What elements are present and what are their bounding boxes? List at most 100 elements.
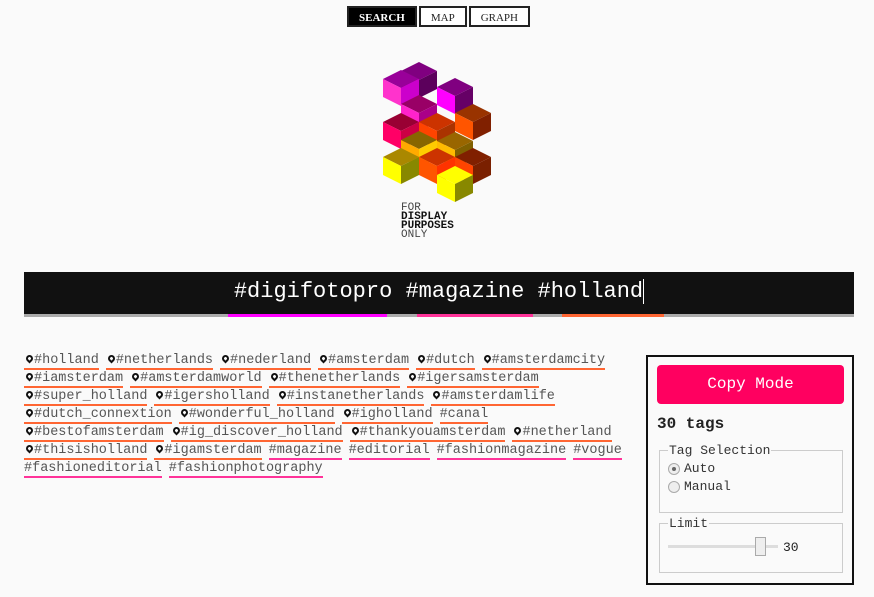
- nav-graph[interactable]: GRAPH: [468, 6, 530, 27]
- tag-item[interactable]: #magazine: [268, 443, 342, 460]
- tag-text: #amsterdamcity: [491, 353, 606, 368]
- location-pin-icon: [220, 353, 231, 364]
- location-pin-icon: [171, 425, 182, 436]
- tag-text: #igamsterdam: [164, 443, 262, 458]
- tag-row: #bestofamsterdam #ig_discover_holland #tha…: [24, 425, 664, 443]
- tag-item[interactable]: #igersholland: [154, 389, 270, 406]
- location-pin-icon: [24, 407, 35, 418]
- tag-text: #holland: [34, 353, 99, 368]
- logo: FOR DISPLAY PURPOSES ONLY: [383, 62, 491, 241]
- tag-row: #thisisholland #igamsterdam #magazine #edit…: [24, 443, 664, 461]
- tag-item[interactable]: #instanetherlands: [276, 389, 425, 406]
- tag-text: #igersamsterdam: [417, 371, 539, 386]
- location-pin-icon: [179, 407, 190, 418]
- radio-button[interactable]: [668, 462, 680, 475]
- control-panel: Copy Mode 30 tags Tag Selection Auto Man…: [646, 355, 854, 585]
- nav-search[interactable]: SEARCH: [347, 6, 417, 27]
- tag-item[interactable]: #holland: [24, 353, 99, 370]
- tag-text: #thenetherlands: [278, 371, 401, 386]
- tag-item[interactable]: #fashioneditorial: [24, 461, 162, 478]
- tag-text: #amsterdam: [328, 353, 410, 368]
- tag-text: #wonderful_holland: [188, 407, 335, 422]
- tag-item[interactable]: #editorial: [348, 443, 430, 460]
- tag-item[interactable]: #igersamsterdam: [407, 371, 539, 388]
- limit-slider[interactable]: 30: [660, 531, 842, 561]
- tag-item[interactable]: #vogue: [573, 443, 622, 460]
- tag-item[interactable]: #dutch: [416, 353, 475, 370]
- tag-count: 30 tags: [657, 415, 725, 433]
- location-pin-icon: [269, 371, 280, 382]
- tag-item[interactable]: #fashionphotography: [168, 461, 323, 478]
- copy-mode-button[interactable]: Copy Mode: [657, 365, 844, 404]
- search-word: #digifotopro: [233, 279, 393, 304]
- tag-text: #netherlands: [115, 353, 214, 368]
- location-pin-icon: [24, 443, 35, 454]
- tag-item[interactable]: #igamsterdam: [154, 443, 262, 460]
- nav-map[interactable]: MAP: [418, 6, 467, 27]
- tag-item[interactable]: #iamsterdam: [24, 371, 124, 388]
- location-pin-icon: [342, 407, 353, 418]
- tag-selection-legend: Tag Selection: [669, 443, 771, 458]
- tag-row: #iamsterdam #amsterdamworld #thenetherland…: [24, 371, 664, 389]
- tag-text: #dutch: [426, 353, 475, 368]
- tag-text: #amsterdamlife: [441, 389, 555, 404]
- tag-item[interactable]: #ig_discover_holland: [170, 425, 343, 442]
- location-pin-icon: [106, 353, 117, 364]
- search-input[interactable]: #digifotopro #magazine #holland: [24, 272, 854, 317]
- location-pin-icon: [24, 425, 35, 436]
- location-pin-icon: [318, 353, 329, 364]
- radio-label: Auto: [684, 461, 716, 476]
- tag-item[interactable]: #thenetherlands: [268, 371, 401, 388]
- tag-row: #holland #netherlands #nederland #amsterdam…: [24, 353, 664, 371]
- radio-manual[interactable]: Manual: [668, 479, 842, 494]
- tag-text: #fashioneditorial: [24, 461, 162, 476]
- location-pin-icon: [277, 389, 288, 400]
- tag-text: #ig_discover_holland: [180, 425, 343, 440]
- limit-value: 30: [783, 540, 799, 555]
- tag-text: #dutch_connextion: [34, 407, 172, 422]
- tag-text: #bestofamsterdam: [34, 425, 164, 440]
- tag-row: #fashioneditorial #fashionphotography: [24, 461, 664, 479]
- tag-list: #holland #netherlands #nederland #amsterdam…: [24, 353, 664, 479]
- mode-nav: SEARCH MAP GRAPH: [347, 6, 530, 27]
- tag-selection-group: Tag Selection Auto Manual: [659, 443, 843, 513]
- tag-item[interactable]: #amsterdamcity: [481, 353, 606, 370]
- tag-item[interactable]: #canal: [439, 407, 489, 424]
- tag-text: #netherland: [522, 425, 612, 440]
- tag-text: #vogue: [573, 443, 622, 458]
- radio-auto[interactable]: Auto: [668, 461, 842, 476]
- tag-text: #igholland: [351, 407, 433, 422]
- tag-item[interactable]: #super_holland: [24, 389, 148, 406]
- tag-item[interactable]: #fashionmagazine: [436, 443, 567, 460]
- tag-item[interactable]: #amsterdamworld: [130, 371, 262, 388]
- tag-item[interactable]: #netherlands: [105, 353, 214, 370]
- tag-row: #super_holland #igersholland #instanetherl…: [24, 389, 664, 407]
- tag-text: #iamsterdam: [34, 371, 124, 386]
- tag-item[interactable]: #igholland: [341, 407, 433, 424]
- tag-item[interactable]: #netherland: [512, 425, 612, 442]
- tag-text: #nederland: [230, 353, 312, 368]
- search-word-underline: [228, 314, 387, 317]
- tag-item[interactable]: #bestofamsterdam: [24, 425, 164, 442]
- tag-text: #igersholland: [164, 389, 270, 404]
- tag-item[interactable]: #dutch_connextion: [24, 407, 172, 424]
- tag-text: #instanetherlands: [286, 389, 425, 404]
- tag-row: #dutch_connextion #wonderful_holland #igho…: [24, 407, 664, 425]
- location-pin-icon: [482, 353, 493, 364]
- tag-item[interactable]: #thisisholland: [24, 443, 148, 460]
- tag-text: #editorial: [348, 443, 430, 458]
- limit-group: Limit 30: [659, 516, 843, 573]
- location-pin-icon: [24, 353, 35, 364]
- tag-text: #thisisholland: [34, 443, 148, 458]
- search-word: #magazine: [405, 279, 525, 304]
- radio-label: Manual: [684, 479, 731, 494]
- search-word: #holland: [537, 279, 645, 304]
- search-word-underline: [562, 314, 664, 317]
- tag-item[interactable]: #amsterdam: [318, 353, 410, 370]
- tag-item[interactable]: #wonderful_holland: [178, 407, 335, 424]
- tag-item[interactable]: #amsterdamlife: [431, 389, 555, 406]
- tag-item[interactable]: #thankyouamsterdam: [349, 425, 506, 442]
- slider-thumb[interactable]: [754, 537, 766, 556]
- radio-button[interactable]: [668, 480, 680, 493]
- tag-item[interactable]: #nederland: [220, 353, 312, 370]
